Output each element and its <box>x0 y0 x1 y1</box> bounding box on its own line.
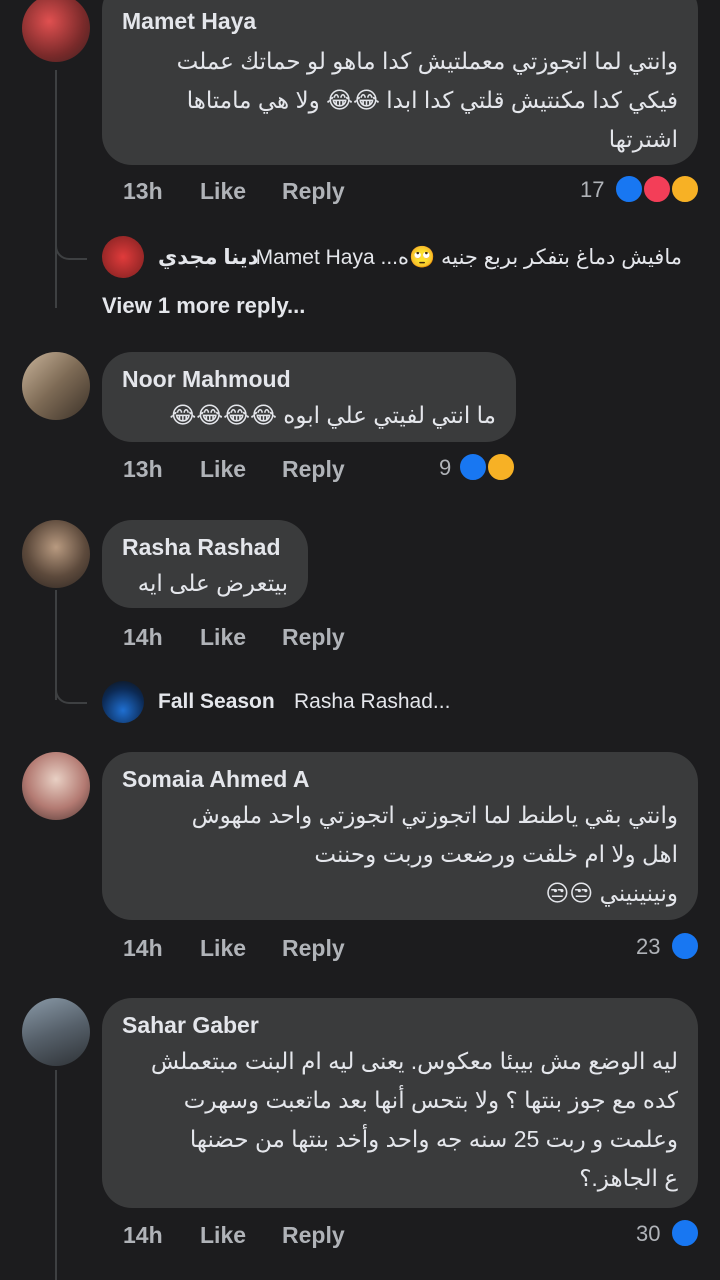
haha-reaction-icon <box>486 452 516 482</box>
comment-bubble: Sahar Gaber ليه الوضع مش بيبئا معكوس. يع… <box>102 998 698 1208</box>
view-more-replies[interactable]: View 1 more reply... <box>102 293 305 319</box>
like-reaction-icon <box>614 174 644 204</box>
avatar[interactable] <box>22 0 90 62</box>
like-button[interactable]: Like <box>200 624 246 651</box>
like-button[interactable]: Like <box>200 935 246 962</box>
thread-connector <box>55 200 87 260</box>
avatar[interactable] <box>22 752 90 820</box>
comment-bubble: Rasha Rashad بيتعرض على ايه <box>102 520 308 608</box>
reaction-count[interactable]: 17 <box>580 177 604 203</box>
comment-text: وانتي لما اتجوزتي معملتيش كدا ماهو لو حم… <box>118 42 678 159</box>
reply-button[interactable]: Reply <box>282 1222 345 1249</box>
timestamp: 13h <box>123 456 163 482</box>
love-reaction-icon <box>642 174 672 204</box>
reaction-count[interactable]: 30 <box>636 1221 660 1247</box>
comment-bubble: Somaia Ahmed A وانتي بقي ياطنط لما اتجوز… <box>102 752 698 920</box>
comment-bubble: Noor Mahmoud ما انتي لفيتي علي ابوه 😂😂😂😂 <box>102 352 516 442</box>
like-button[interactable]: Like <box>200 178 246 205</box>
timestamp: 14h <box>123 935 163 961</box>
thread-line <box>55 70 57 308</box>
comment-bubble: Mamet Haya وانتي لما اتجوزتي معملتيش كدا… <box>102 0 698 165</box>
reply-button[interactable]: Reply <box>282 624 345 651</box>
reply-button[interactable]: Reply <box>282 456 345 483</box>
care-reaction-icon <box>670 174 700 204</box>
comment-text: ما انتي لفيتي علي ابوه 😂😂😂😂 <box>169 402 496 428</box>
comment-line: اهل ولا ام خلفت ورضعت وربت وحننت <box>314 841 678 867</box>
like-button[interactable]: Like <box>200 456 246 483</box>
timestamp: 13h <box>123 178 163 204</box>
reply-button[interactable]: Reply <box>282 935 345 962</box>
avatar[interactable] <box>22 520 90 588</box>
comment-author[interactable]: Rasha Rashad <box>122 534 281 561</box>
reply-avatar[interactable] <box>102 681 144 723</box>
comment-text: وانتي بقي ياطنط لما اتجوزتي اتجوزتي واحد… <box>118 796 678 913</box>
comment-line: وعلمت و ربت 25 سنه جه واحد وأخد بنتها من… <box>189 1126 678 1152</box>
reply-button[interactable]: Reply <box>282 178 345 205</box>
thread-connector <box>55 650 87 704</box>
comment-author[interactable]: Mamet Haya <box>122 8 256 35</box>
comment-line: ع الجاهز.؟ <box>579 1165 678 1191</box>
comment-line: فيكي كدا مكنتيش قلتي كدا ابدا 😂😂 ولا هي … <box>186 87 678 113</box>
comment-line: وانتي لما اتجوزتي معملتيش كدا ماهو لو حم… <box>176 48 678 74</box>
comment-author[interactable]: Noor Mahmoud <box>122 366 291 393</box>
thread-line <box>55 1070 57 1280</box>
like-reaction-icon <box>670 931 700 961</box>
comment-text: بيتعرض على ايه <box>137 570 288 596</box>
comment-line: وانتي بقي ياطنط لما اتجوزتي اتجوزتي واحد… <box>191 802 678 828</box>
comment-text: ليه الوضع مش بيبئا معكوس. يعنى ليه ام ال… <box>118 1042 678 1198</box>
timestamp: 14h <box>123 624 163 650</box>
like-reaction-icon <box>670 1218 700 1248</box>
like-reaction-icon <box>458 452 488 482</box>
reply-preview[interactable]: Rasha Rashad... <box>294 690 450 714</box>
timestamp: 14h <box>123 1222 163 1248</box>
like-button[interactable]: Like <box>200 1222 246 1249</box>
reply-preview[interactable]: مافيش دماغ بتفكر بربع جنيه 🙄ه... Mamet H… <box>256 245 682 270</box>
comment-line: ونينينيني 😒😒 <box>545 880 678 906</box>
reaction-count[interactable]: 9 <box>439 455 451 481</box>
comment-author[interactable]: Sahar Gaber <box>122 1012 259 1039</box>
avatar[interactable] <box>22 352 90 420</box>
comment-line: ليه الوضع مش بيبئا معكوس. يعنى ليه ام ال… <box>150 1048 678 1074</box>
comment-line: اشترتها <box>608 126 678 152</box>
avatar[interactable] <box>22 998 90 1066</box>
comment-author[interactable]: Somaia Ahmed A <box>122 766 309 793</box>
reaction-count[interactable]: 23 <box>636 934 660 960</box>
comment-line: كده مع جوز بنتها ؟ ولا بتحس أنها بعد مات… <box>183 1087 678 1113</box>
reply-avatar[interactable] <box>102 236 144 278</box>
reply-author[interactable]: Fall Season <box>158 690 275 714</box>
reply-author[interactable]: دينا مجدي <box>158 245 258 270</box>
